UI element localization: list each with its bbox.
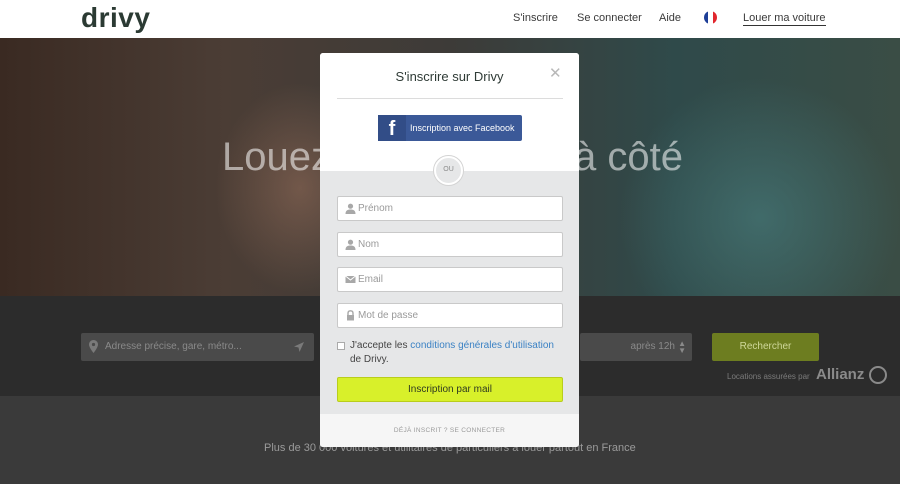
email-signup-button[interactable]: Inscription par mail (337, 377, 563, 402)
or-separator: OU (434, 156, 463, 185)
allianz-emblem-icon (869, 366, 887, 384)
last-name-field[interactable]: Nom (337, 232, 563, 257)
or-label: OU (443, 166, 454, 173)
top-header: drivy S'inscrire Se connecter Aide Louer… (0, 0, 900, 38)
facebook-icon: f (378, 115, 406, 141)
last-name-placeholder: Nom (358, 239, 380, 250)
search-button[interactable]: Rechercher (712, 333, 819, 361)
signup-modal: S'inscrire sur Drivy ✕ f Inscription ave… (320, 53, 579, 447)
address-placeholder: Adresse précise, gare, métro... (105, 341, 242, 352)
terms-link[interactable]: conditions générales d'utilisation (410, 340, 554, 351)
select-arrows-icon: ▲ ▼ (678, 339, 686, 355)
already-registered-login-link[interactable]: DÉJÀ INSCRIT ? SE CONNECTER (320, 427, 579, 434)
allianz-logo: Allianz (816, 366, 865, 383)
terms-prefix: J'accepte les (350, 340, 411, 351)
close-icon[interactable]: ✕ (549, 66, 562, 81)
modal-title: S'inscrire sur Drivy (395, 69, 504, 84)
user-icon (345, 203, 356, 214)
hero-title-right: à côté (574, 135, 683, 179)
locate-arrow-icon[interactable] (293, 341, 305, 353)
french-flag-icon[interactable] (704, 11, 717, 24)
time-select[interactable]: après 12h ▲ ▼ (580, 333, 692, 361)
address-search-input[interactable]: Adresse précise, gare, métro... (81, 333, 314, 361)
password-placeholder: Mot de passe (358, 310, 419, 321)
nav-help-link[interactable]: Aide (659, 12, 681, 24)
email-field[interactable]: Email (337, 267, 563, 292)
drivy-logo[interactable]: drivy (81, 2, 150, 34)
time-select-value: après 12h (630, 341, 675, 352)
terms-suffix: de Drivy. (350, 354, 389, 365)
terms-text: J'accepte les conditions générales d'uti… (350, 339, 565, 367)
modal-divider (337, 98, 563, 99)
map-pin-icon (89, 340, 98, 353)
email-placeholder: Email (358, 274, 384, 285)
facebook-signup-label: Inscription avec Facebook (410, 123, 515, 133)
password-field[interactable]: Mot de passe (337, 303, 563, 328)
modal-footer: DÉJÀ INSCRIT ? SE CONNECTER (320, 414, 579, 447)
first-name-placeholder: Prénom (358, 203, 394, 214)
first-name-field[interactable]: Prénom (337, 196, 563, 221)
lock-icon (347, 310, 354, 321)
user-icon (345, 239, 356, 250)
nav-login-link[interactable]: Se connecter (577, 12, 642, 24)
insured-by-text: Locations assurées par (727, 372, 810, 381)
nav-rent-my-car-link[interactable]: Louer ma voiture (743, 12, 826, 26)
envelope-icon (345, 275, 356, 283)
facebook-signup-button[interactable]: f Inscription avec Facebook (378, 115, 522, 141)
nav-signup-link[interactable]: S'inscrire (513, 12, 558, 24)
terms-checkbox[interactable] (337, 342, 345, 350)
